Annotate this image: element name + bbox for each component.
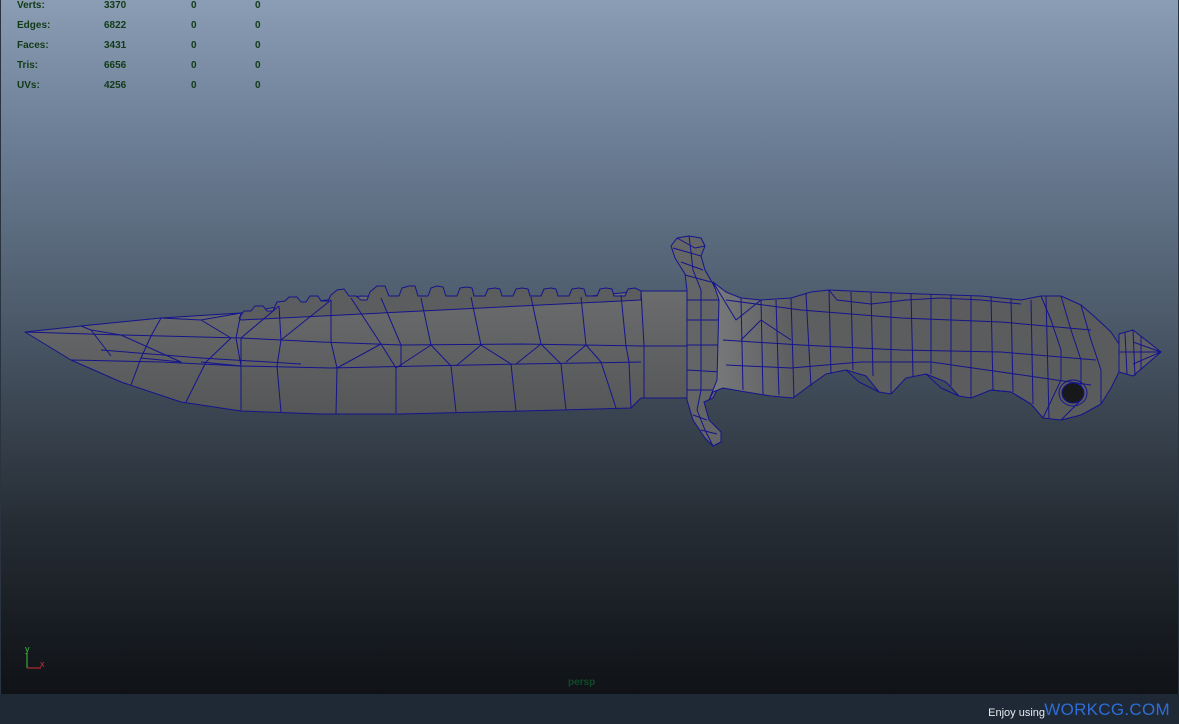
axis-x-label: x: [40, 659, 45, 669]
knife-wireframe-mesh[interactable]: [1, 0, 1179, 694]
footer-brand-logo: WORKCG.COM: [1044, 700, 1170, 719]
footer-text: Enjoy using: [988, 707, 1045, 719]
knife-handle: [708, 281, 1124, 421]
footer-bar: Enjoy using WORKCG.COM: [0, 694, 1179, 724]
lanyard-hole: [1061, 382, 1085, 404]
3d-viewport[interactable]: Verts: 3370 0 0 Edges: 6822 0 0 Faces: 3…: [0, 0, 1179, 694]
knife-blade: [24, 285, 690, 415]
view-axis-indicator: y x: [25, 644, 45, 669]
axis-y-label: y: [25, 644, 30, 654]
knife-pommel-spike: [1118, 329, 1162, 377]
camera-name-label: persp: [568, 677, 596, 688]
